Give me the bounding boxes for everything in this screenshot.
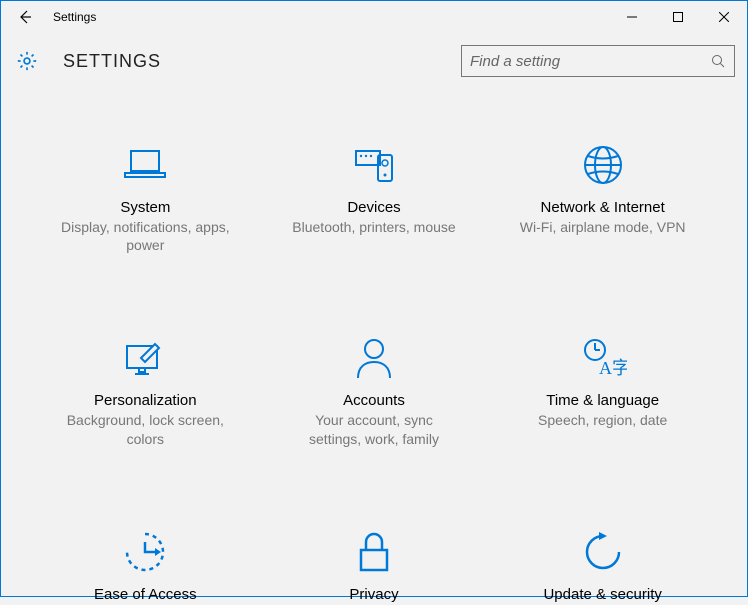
tile-desc: Display, notifications, apps, power [60, 218, 230, 254]
tile-time-language[interactable]: A字 Time & language Speech, region, date [498, 334, 707, 447]
close-button[interactable] [701, 1, 747, 33]
tile-desc: Wi-Fi, airplane mode, VPN [520, 218, 686, 236]
page-title: SETTINGS [63, 51, 161, 72]
ease-of-access-icon [121, 528, 169, 576]
personalization-icon [121, 334, 169, 382]
laptop-icon [121, 141, 169, 189]
close-icon [719, 12, 729, 22]
devices-icon [350, 141, 398, 189]
back-button[interactable] [1, 1, 49, 33]
tile-label: Privacy [349, 586, 398, 603]
settings-gear-icon [15, 49, 39, 73]
tile-accounts[interactable]: Accounts Your account, sync settings, wo… [270, 334, 479, 447]
minimize-button[interactable] [609, 1, 655, 33]
tile-label: Ease of Access [94, 586, 197, 603]
tile-ease-of-access[interactable]: Ease of Access [41, 528, 250, 605]
lock-icon [350, 528, 398, 576]
tile-desc: Speech, region, date [538, 411, 667, 429]
update-icon [579, 528, 627, 576]
tile-desc: Bluetooth, printers, mouse [292, 218, 455, 236]
search-input[interactable] [470, 53, 710, 70]
settings-grid: System Display, notifications, apps, pow… [1, 81, 747, 605]
back-arrow-icon [17, 9, 33, 25]
tile-label: Personalization [94, 392, 197, 409]
tile-desc: Background, lock screen, colors [60, 411, 230, 447]
tile-label: Accounts [343, 392, 405, 409]
search-box[interactable] [461, 45, 735, 77]
maximize-icon [673, 12, 683, 22]
search-icon [710, 53, 726, 69]
header: SETTINGS [1, 33, 747, 81]
tile-label: Time & language [546, 392, 659, 409]
tile-devices[interactable]: Devices Bluetooth, printers, mouse [270, 141, 479, 254]
time-language-icon: A字 [579, 334, 627, 382]
tile-system[interactable]: System Display, notifications, apps, pow… [41, 141, 250, 254]
tile-personalization[interactable]: Personalization Background, lock screen,… [41, 334, 250, 447]
tile-update-security[interactable]: Update & security [498, 528, 707, 605]
tile-network[interactable]: Network & Internet Wi-Fi, airplane mode,… [498, 141, 707, 254]
tile-desc: Your account, sync settings, work, famil… [289, 411, 459, 447]
svg-text:A字: A字 [599, 358, 627, 378]
window-title: Settings [49, 10, 96, 24]
tile-label: Devices [347, 199, 400, 216]
tile-privacy[interactable]: Privacy [270, 528, 479, 605]
tile-label: Network & Internet [541, 199, 665, 216]
globe-icon [579, 141, 627, 189]
person-icon [350, 334, 398, 382]
maximize-button[interactable] [655, 1, 701, 33]
tile-label: Update & security [543, 586, 661, 603]
minimize-icon [627, 12, 637, 22]
titlebar: Settings [1, 1, 747, 33]
tile-label: System [120, 199, 170, 216]
